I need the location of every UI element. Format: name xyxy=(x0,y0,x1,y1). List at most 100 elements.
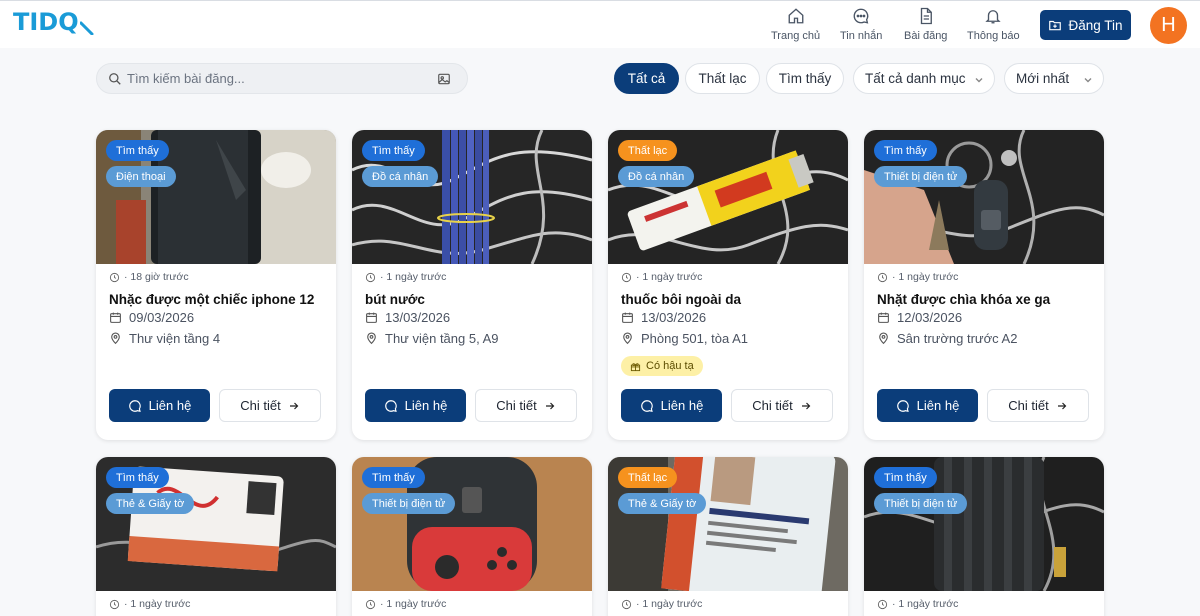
home-icon xyxy=(788,8,803,24)
post-time-text: · 1 ngày trước xyxy=(636,598,703,610)
detail-button[interactable]: Chi tiết xyxy=(219,389,321,422)
detail-button[interactable]: Chi tiết xyxy=(987,389,1089,422)
post-card[interactable]: Tìm thấy Thẻ & Giấy tờ · 1 ngày trước xyxy=(96,457,336,616)
user-avatar[interactable]: H xyxy=(1150,7,1187,44)
chat-bubble-icon xyxy=(128,399,141,412)
nav-home-label: Trang chủ xyxy=(771,30,821,42)
calendar-icon xyxy=(110,312,121,323)
reward-badge: Có hậu tạ xyxy=(621,356,703,376)
clock-icon xyxy=(877,599,888,609)
post-location: Sân trường trước A2 xyxy=(877,331,1017,346)
calendar-icon xyxy=(878,312,889,323)
category-badge: Thiết bị điện tử xyxy=(874,493,968,514)
status-badge: Tìm thấy xyxy=(362,467,425,488)
category-select[interactable]: Tất cả danh mục xyxy=(853,63,995,94)
status-badge: Tìm thấy xyxy=(106,467,169,488)
search-input[interactable] xyxy=(127,64,427,93)
contact-label: Liên hệ xyxy=(916,398,960,413)
category-badge: Thẻ & Giấy tờ xyxy=(618,493,707,514)
post-card[interactable]: Tìm thấy Điện thoại · 18 giờ trước Nhặc … xyxy=(96,130,336,440)
sort-select[interactable]: Mới nhất xyxy=(1004,63,1104,94)
logo-text: TIDQ xyxy=(13,8,79,36)
contact-label: Liên hệ xyxy=(660,398,704,413)
post-time: · 1 ngày trước xyxy=(109,598,190,610)
post-time-text: · 1 ngày trước xyxy=(380,598,447,610)
clock-icon xyxy=(109,272,120,282)
arrow-right-icon xyxy=(545,402,555,409)
category-select-value: Tất cả danh mục xyxy=(865,71,966,86)
arrow-right-icon xyxy=(801,402,811,409)
contact-label: Liên hệ xyxy=(404,398,448,413)
detail-label: Chi tiết xyxy=(752,398,793,413)
post-time: · 1 ngày trước xyxy=(365,598,446,610)
post-card[interactable]: Tìm thấy Đồ cá nhân · 1 ngày trước bút n… xyxy=(352,130,592,440)
post-time: · 1 ngày trước xyxy=(877,598,958,610)
detail-button[interactable]: Chi tiết xyxy=(731,389,833,422)
location-pin-icon xyxy=(111,332,120,345)
nav-home[interactable]: Trang chủ xyxy=(771,7,820,42)
reward-label: Có hậu tạ xyxy=(646,360,694,372)
contact-button[interactable]: Liên hệ xyxy=(109,389,210,422)
location-pin-icon xyxy=(623,332,632,345)
post-date-text: 12/03/2026 xyxy=(897,310,963,325)
post-card[interactable]: Thất lạc Đồ cá nhân · 1 ngày trước thuốc… xyxy=(608,130,848,440)
filter-all[interactable]: Tất cả xyxy=(614,63,679,94)
post-date-text: 13/03/2026 xyxy=(385,310,451,325)
nav-notifications-label: Thông báo xyxy=(967,30,1020,42)
post-location-text: Thư viện tầng 5, A9 xyxy=(385,331,499,346)
post-location-text: Thư viện tầng 4 xyxy=(129,331,221,346)
contact-button[interactable]: Liên hệ xyxy=(365,389,466,422)
post-time-text: · 1 ngày trước xyxy=(892,598,959,610)
post-title: Nhặc được một chiếc iphone 12 xyxy=(109,292,315,307)
post-date-text: 13/03/2026 xyxy=(641,310,707,325)
post-title: bút nước xyxy=(365,292,425,307)
category-badge: Thiết bị điện tử xyxy=(874,166,968,187)
location-pin-icon xyxy=(879,332,888,345)
nav-messages-label: Tin nhắn xyxy=(840,30,883,42)
detail-label: Chi tiết xyxy=(496,398,537,413)
clock-icon xyxy=(621,272,632,282)
clock-icon xyxy=(365,272,376,282)
clock-icon xyxy=(365,599,376,609)
clock-icon xyxy=(621,599,632,609)
category-badge: Thiết bị điện tử xyxy=(362,493,456,514)
image-search-icon[interactable] xyxy=(437,72,451,86)
folder-plus-icon xyxy=(1049,20,1062,31)
create-post-button[interactable]: Đăng Tin xyxy=(1040,10,1131,40)
status-badge: Tìm thấy xyxy=(106,140,169,161)
nav-notifications[interactable]: Thông báo xyxy=(967,7,1020,42)
post-card[interactable]: Tìm thấy Thiết bị điện tử · 1 ngày trước… xyxy=(864,130,1104,440)
post-location: Thư viện tầng 4 xyxy=(109,331,220,346)
category-badge: Thẻ & Giấy tờ xyxy=(106,493,195,514)
contact-button[interactable]: Liên hệ xyxy=(877,389,978,422)
post-location: Phòng 501, tòa A1 xyxy=(621,331,748,346)
post-date: 09/03/2026 xyxy=(109,310,194,325)
chat-icon xyxy=(853,8,869,24)
gift-icon xyxy=(630,362,641,371)
category-badge: Điện thoại xyxy=(106,166,176,187)
post-time: · 18 giờ trước xyxy=(109,271,189,283)
nav-messages[interactable]: Tin nhắn xyxy=(840,7,882,42)
filter-found[interactable]: Tìm thấy xyxy=(766,63,844,94)
search-icon xyxy=(109,73,121,85)
app-logo[interactable]: TIDQ xyxy=(13,8,94,36)
post-card[interactable]: Tìm thấy Thiết bị điện tử · 1 ngày trước xyxy=(352,457,592,616)
post-time: · 1 ngày trước xyxy=(621,271,702,283)
bell-icon xyxy=(985,10,1001,24)
calendar-icon xyxy=(622,312,633,323)
detail-label: Chi tiết xyxy=(1008,398,1049,413)
nav-posts[interactable]: Bài đăng xyxy=(904,7,947,42)
contact-button[interactable]: Liên hệ xyxy=(621,389,722,422)
post-location-text: Phòng 501, tòa A1 xyxy=(641,331,748,346)
clock-icon xyxy=(109,599,120,609)
arrow-right-icon xyxy=(1057,402,1067,409)
top-navbar: TIDQ Trang chủ Tin nhắn Bài đăng Thông b… xyxy=(0,0,1200,48)
post-card[interactable]: Thất lạc Thẻ & Giấy tờ · 1 ngày trước xyxy=(608,457,848,616)
post-time-text: · 1 ngày trước xyxy=(380,271,447,283)
detail-button[interactable]: Chi tiết xyxy=(475,389,577,422)
post-card[interactable]: Tìm thấy Thiết bị điện tử · 1 ngày trước xyxy=(864,457,1104,616)
filter-lost[interactable]: Thất lạc xyxy=(685,63,760,94)
post-title: Nhặt được chìa khóa xe ga xyxy=(877,292,1051,307)
post-time-text: · 18 giờ trước xyxy=(124,271,189,283)
sort-select-value: Mới nhất xyxy=(1016,71,1070,86)
